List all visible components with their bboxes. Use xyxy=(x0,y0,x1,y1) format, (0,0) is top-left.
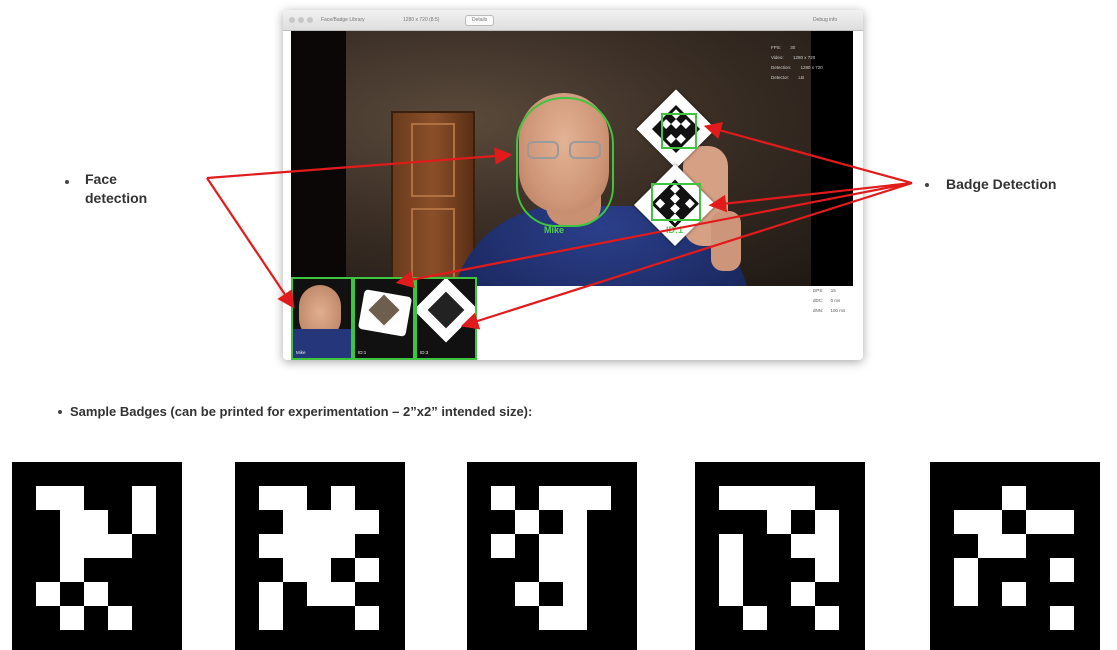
detection-thumbnails: Mike ID:1 ID:3 xyxy=(291,277,481,360)
stat-value: 1280 x 720 xyxy=(792,55,816,60)
stat-key: dNN: xyxy=(813,308,824,313)
thumbnail-label: Mike xyxy=(296,350,306,355)
face-detection-callout: Face detection xyxy=(85,171,148,206)
stat-value: 30 xyxy=(790,45,796,50)
face-bullet xyxy=(65,180,69,184)
stat-key: Detection: xyxy=(771,65,792,70)
badge-upper-detection-box xyxy=(661,113,697,149)
debug-info-label: Debug info xyxy=(813,17,838,23)
sample-badge-3 xyxy=(467,462,637,650)
window-titlebar: Face/Badge Library 1280 x 720 (8:5) Deta… xyxy=(283,10,863,31)
thumbnail-badge-3[interactable]: ID:3 xyxy=(415,277,477,360)
thumbnail-badge-1[interactable]: ID:1 xyxy=(353,277,415,360)
face-detection-label: Mike xyxy=(544,225,565,235)
sample-badges-heading: Sample Badges (can be printed for experi… xyxy=(70,404,533,419)
stat-value: 0 ms xyxy=(830,298,841,303)
stat-key: Detector: xyxy=(771,75,790,80)
close-window-button[interactable] xyxy=(289,17,295,23)
badge-bullet xyxy=(925,183,929,187)
minimize-window-button[interactable] xyxy=(298,17,304,23)
sample-badge-5 xyxy=(930,462,1100,650)
stat-key: Video: xyxy=(771,55,784,60)
samples-bullet xyxy=(58,410,62,414)
stat-key: FPS: xyxy=(771,45,782,50)
stat-value: 100 ms xyxy=(830,308,846,313)
stat-value: 15 xyxy=(830,288,836,293)
window-title: Face/Badge Library xyxy=(321,17,365,23)
details-button[interactable]: Details xyxy=(465,15,495,26)
stat-value: 1280 x 720 xyxy=(800,65,823,70)
thumbnail-face[interactable]: Mike xyxy=(291,277,353,360)
left-letterbox xyxy=(291,31,346,286)
stat-key: DPS: xyxy=(813,288,824,293)
video-stats: FPS: 30 Video: 1280 x 720 Detection: 128… xyxy=(771,43,823,83)
face-detection-box xyxy=(516,97,614,227)
resolution-label: 1280 x 720 (8:5) xyxy=(403,17,440,23)
badge-lower-detection-box xyxy=(651,183,701,221)
door-background xyxy=(391,111,475,286)
person-hand-lower xyxy=(711,211,741,271)
app-window: Face/Badge Library 1280 x 720 (8:5) Deta… xyxy=(283,10,863,360)
sample-badge-1 xyxy=(12,462,182,650)
sample-badge-4 xyxy=(695,462,865,650)
badge-detection-callout: Badge Detection xyxy=(946,176,1057,192)
stat-value: LB xyxy=(798,75,805,80)
zoom-window-button[interactable] xyxy=(307,17,313,23)
thumbnail-label: ID:1 xyxy=(358,350,367,355)
stat-key: dDC: xyxy=(813,298,824,303)
processing-stats: DPS: 15 dDC: 0 ms dNN: 100 ms xyxy=(813,286,845,316)
badge-lower-detection-label: ID:1 xyxy=(666,225,684,235)
sample-badge-2 xyxy=(235,462,405,650)
camera-feed: Mike ID:1 FPS: 30 Video: 1280 x 720 Dete… xyxy=(291,31,853,286)
thumbnail-label: ID:3 xyxy=(420,350,429,355)
